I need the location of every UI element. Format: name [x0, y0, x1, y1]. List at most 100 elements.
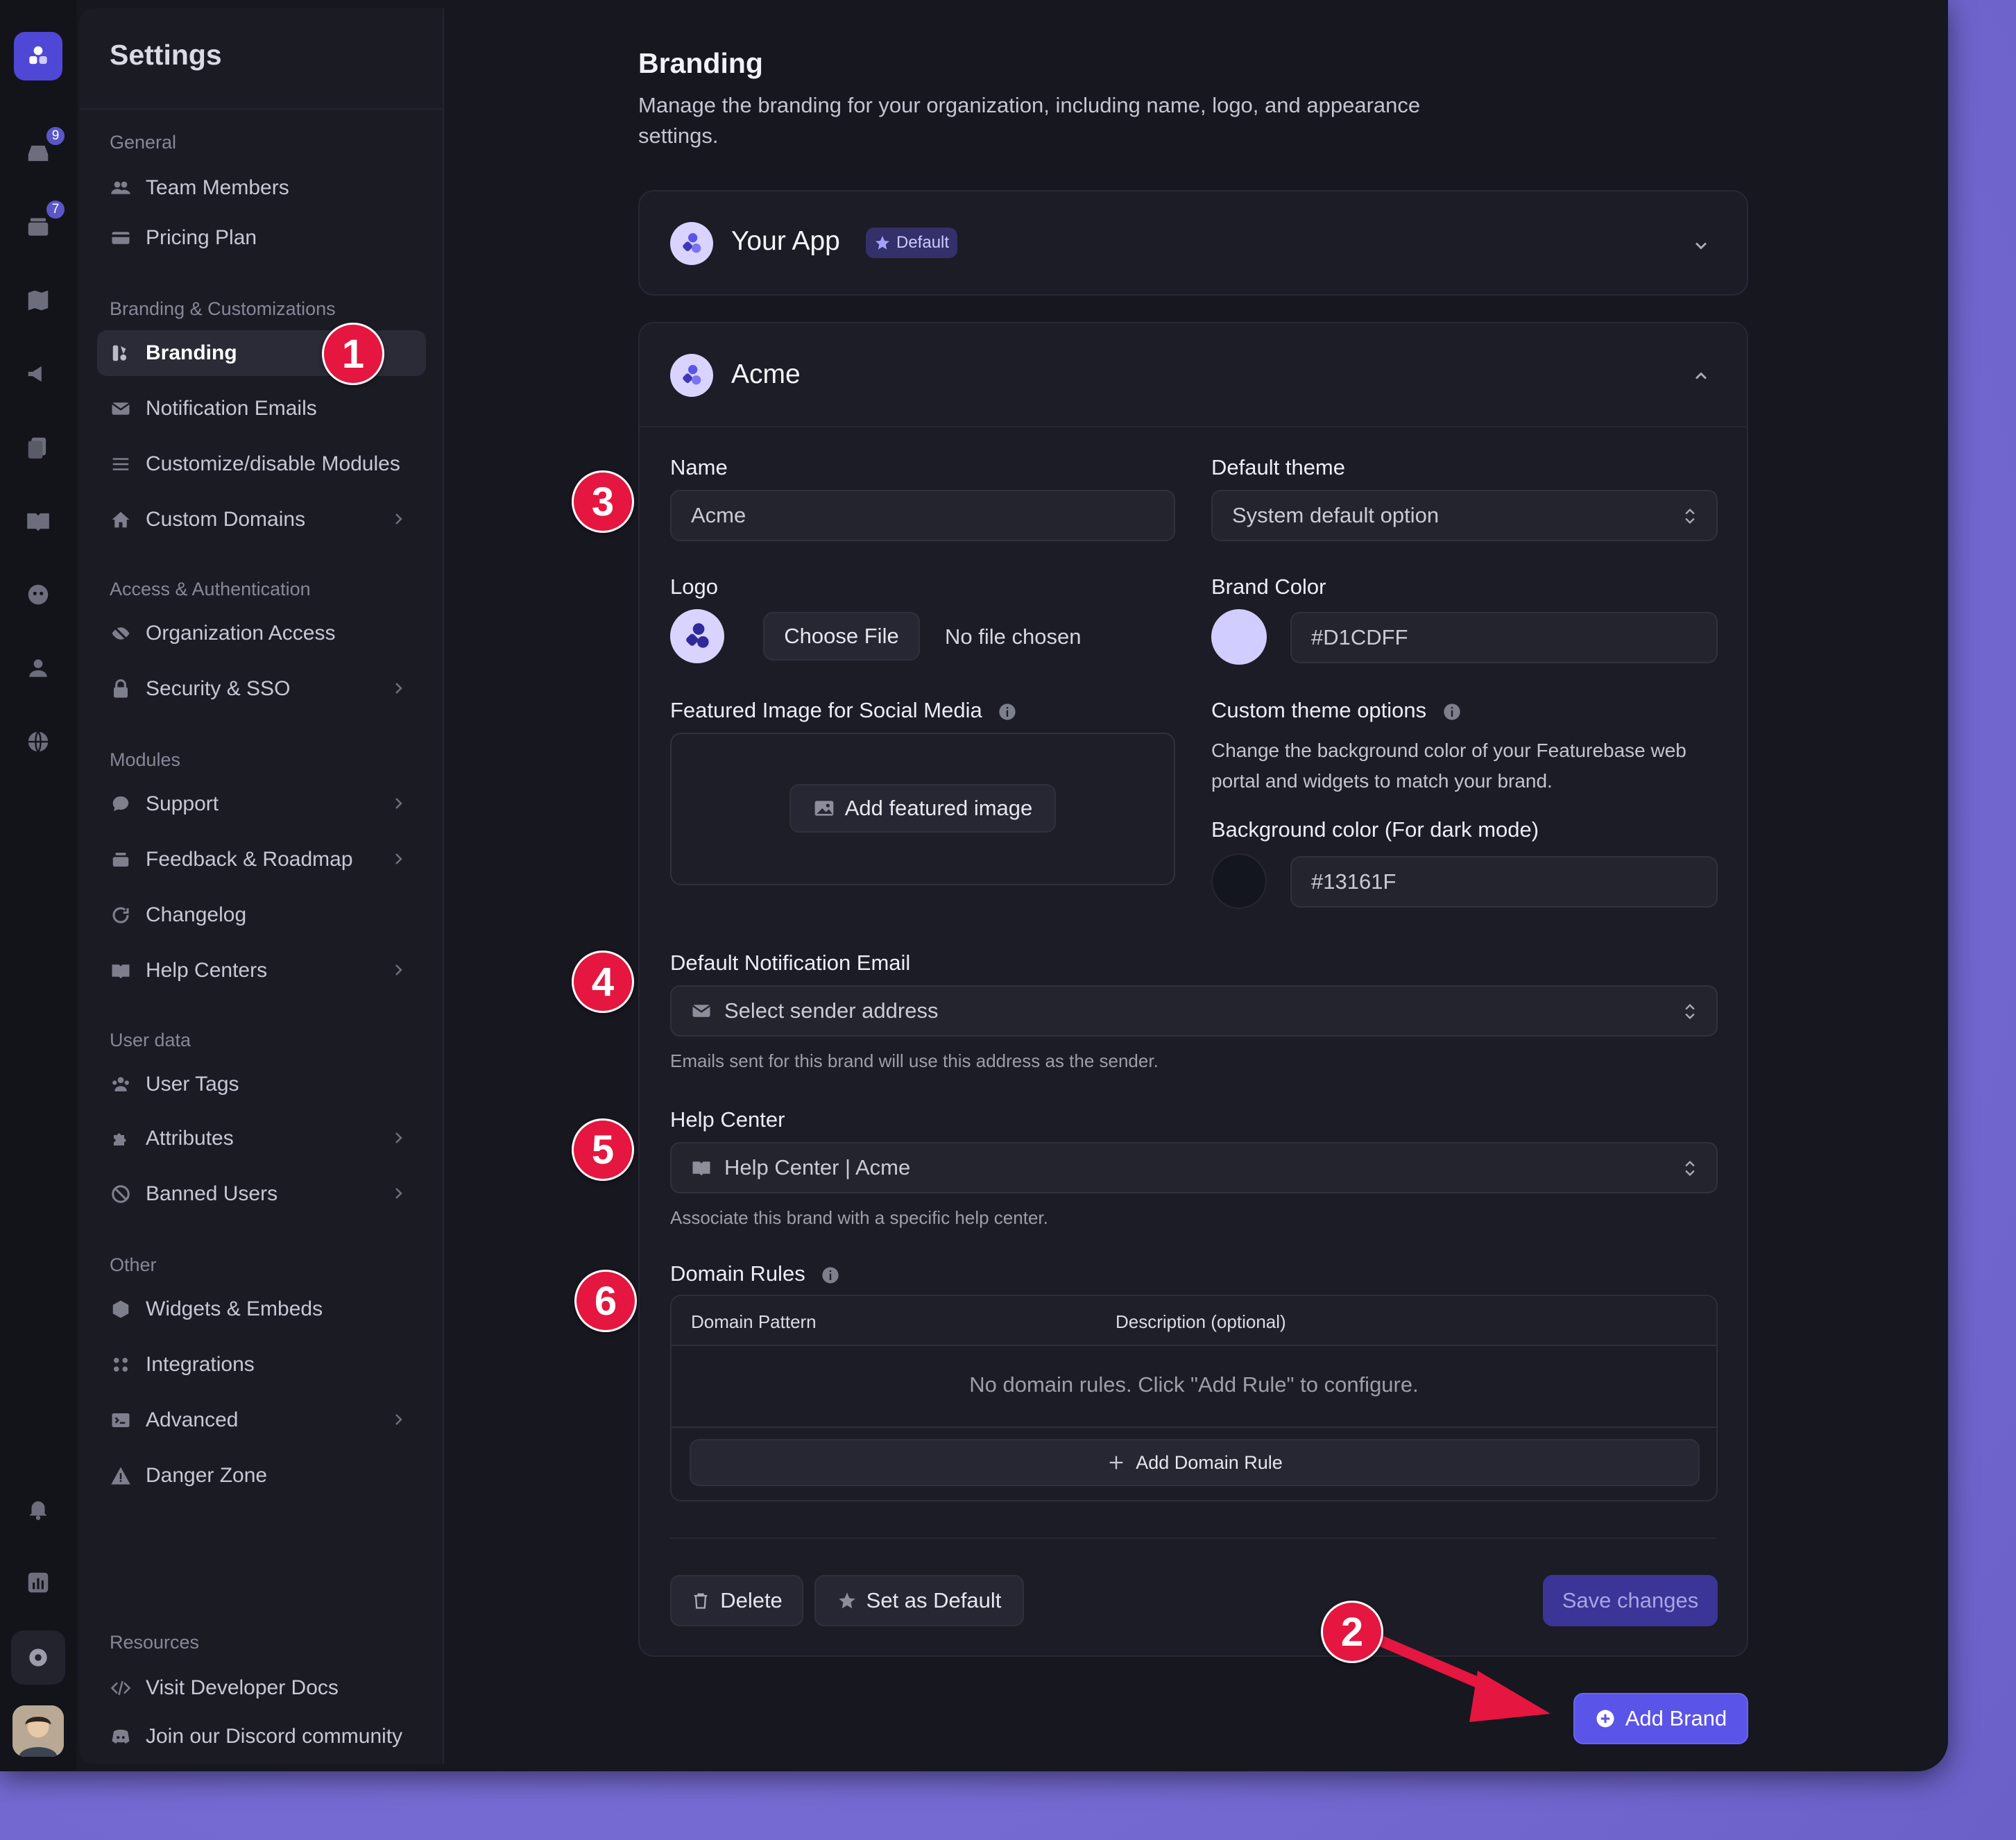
- sidebar-title: Settings: [110, 39, 222, 71]
- chevron-right-icon: [395, 683, 402, 694]
- page-title: Branding: [638, 47, 763, 79]
- inbox-stack-icon: [110, 849, 132, 871]
- section-general: General: [110, 132, 177, 153]
- default-theme-select[interactable]: System default option: [1211, 490, 1718, 541]
- users-icon[interactable]: [22, 652, 54, 684]
- sidebar-item-advanced[interactable]: Advanced: [97, 1397, 426, 1443]
- sidebar-item-integrations[interactable]: Integrations: [97, 1342, 426, 1388]
- chevron-down-icon[interactable]: [1691, 236, 1711, 255]
- info-icon[interactable]: [821, 1266, 840, 1285]
- add-brand-button[interactable]: Add Brand: [1573, 1693, 1748, 1744]
- add-domain-rule-label: Add Domain Rule: [1136, 1451, 1283, 1473]
- sidebar-item-discord[interactable]: Join our Discord community: [97, 1714, 426, 1760]
- add-brand-label: Add Brand: [1625, 1706, 1727, 1730]
- domain-rules-divider: [672, 1426, 1716, 1428]
- book-icon[interactable]: [22, 505, 54, 537]
- sidebar-item-label: Security & SSO: [146, 677, 291, 700]
- sidebar-item-widgets-embeds[interactable]: Widgets & Embeds: [97, 1286, 426, 1332]
- megaphone-icon[interactable]: [22, 358, 54, 390]
- sidebar-item-label: Customize/disable Modules: [146, 452, 400, 475]
- globe-icon[interactable]: [22, 726, 54, 758]
- chat-bubble-icon: [110, 793, 132, 815]
- sidebar-item-label: Pricing Plan: [146, 226, 257, 249]
- sidebar-item-changelog[interactable]: Changelog: [97, 892, 426, 938]
- app-logo-icon[interactable]: [14, 32, 62, 80]
- bg-color-input[interactable]: #13161F: [1290, 856, 1718, 908]
- sidebar-item-organization-access[interactable]: Organization Access: [97, 611, 426, 656]
- inbox-badge: 9: [44, 125, 67, 147]
- sidebar-item-label: Branding: [146, 341, 237, 364]
- cube-icon: [110, 1298, 132, 1320]
- domain-rules-empty: No domain rules. Click "Add Rule" to con…: [969, 1372, 1419, 1397]
- sidebar-item-customize-modules[interactable]: Customize/disable Modules: [97, 441, 426, 487]
- info-icon[interactable]: [1442, 702, 1462, 722]
- sidebar-item-banned-users[interactable]: Banned Users: [97, 1171, 426, 1217]
- chevron-up-icon[interactable]: [1691, 366, 1711, 386]
- set-default-button[interactable]: Set as Default: [814, 1575, 1024, 1626]
- featured-image-label-text: Featured Image for Social Media: [670, 698, 982, 722]
- sender-address-select[interactable]: Select sender address: [670, 985, 1718, 1037]
- help-center-select[interactable]: Help Center | Acme: [670, 1142, 1718, 1193]
- section-resources: Resources: [110, 1632, 200, 1653]
- sidebar-item-user-tags[interactable]: User Tags: [97, 1062, 426, 1107]
- sidebar-item-support[interactable]: Support: [97, 781, 426, 827]
- default-badge-label: Default: [896, 233, 950, 252]
- sidebar-item-label: Banned Users: [146, 1182, 278, 1205]
- sidebar-item-attributes[interactable]: Attributes: [97, 1116, 426, 1161]
- refresh-icon: [110, 904, 132, 926]
- sidebar-item-feedback-roadmap[interactable]: Feedback & Roadmap: [97, 837, 426, 883]
- delete-button[interactable]: Delete: [670, 1575, 803, 1626]
- sidebar-item-label: Integrations: [146, 1353, 255, 1376]
- info-icon[interactable]: [998, 702, 1017, 722]
- brand-color-input[interactable]: #D1CDFF: [1290, 612, 1718, 663]
- sidebar-divider: [79, 108, 443, 110]
- bg-color-swatch[interactable]: [1211, 853, 1267, 909]
- choose-file-button[interactable]: Choose File: [763, 612, 920, 661]
- sidebar-item-pricing-plan[interactable]: Pricing Plan: [97, 215, 426, 261]
- team-icon: [110, 177, 132, 199]
- sidebar-item-custom-domains[interactable]: Custom Domains: [97, 497, 426, 543]
- sidebar-item-help-centers[interactable]: Help Centers: [97, 948, 426, 994]
- sidebar-item-label: Custom Domains: [146, 508, 306, 531]
- chevron-right-icon: [395, 513, 402, 525]
- no-file-text: No file chosen: [945, 624, 1082, 649]
- section-other: Other: [110, 1254, 157, 1275]
- puzzle-icon: [110, 1127, 132, 1150]
- discord-icon: [110, 1726, 132, 1748]
- menu-lines-icon: [110, 453, 132, 475]
- documents-icon[interactable]: [22, 432, 54, 463]
- default-badge: Default: [866, 228, 958, 258]
- notif-email-label: Default Notification Email: [670, 951, 911, 975]
- custom-theme-label-text: Custom theme options: [1211, 698, 1427, 722]
- section-branding: Branding & Customizations: [110, 298, 336, 319]
- brand-color-swatch[interactable]: [1211, 609, 1267, 665]
- roadmap-icon[interactable]: [22, 284, 54, 316]
- annotation-marker-5: 5: [572, 1118, 634, 1181]
- user-avatar[interactable]: [12, 1705, 64, 1757]
- sidebar-item-notification-emails[interactable]: Notification Emails: [97, 386, 426, 432]
- help-center-value: Help Center | Acme: [724, 1155, 911, 1179]
- brand-card-acme: Acme Name Acme Default theme System defa…: [638, 322, 1748, 1657]
- sidebar-item-developer-docs[interactable]: Visit Developer Docs: [97, 1665, 426, 1711]
- sidebar-item-label: Visit Developer Docs: [146, 1676, 339, 1699]
- settings-gear-icon[interactable]: [11, 1630, 65, 1685]
- sidebar-item-team-members[interactable]: Team Members: [97, 165, 426, 211]
- featured-image-label: Featured Image for Social Media: [670, 698, 1017, 723]
- sidebar-item-label: Help Centers: [146, 959, 268, 982]
- add-featured-image-label: Add featured image: [844, 796, 1033, 820]
- acme-card-header[interactable]: [640, 323, 1747, 427]
- chat-bot-icon[interactable]: [22, 579, 54, 611]
- select-arrows-icon: [1685, 509, 1695, 524]
- add-domain-rule-button[interactable]: Add Domain Rule: [690, 1439, 1700, 1486]
- brand-card-default[interactable]: Your App Default: [638, 190, 1748, 296]
- annotation-arrow: [1374, 1635, 1551, 1722]
- logo-preview: [670, 609, 724, 663]
- bell-icon[interactable]: [22, 1493, 54, 1525]
- domain-rules-table: Domain Pattern Description (optional) No…: [670, 1295, 1718, 1501]
- analytics-icon[interactable]: [22, 1567, 54, 1599]
- sidebar-item-security-sso[interactable]: Security & SSO: [97, 666, 426, 712]
- brand-name-input[interactable]: Acme: [670, 490, 1175, 541]
- sidebar-item-danger-zone[interactable]: Danger Zone: [97, 1453, 426, 1499]
- plus-icon: [1109, 1456, 1123, 1470]
- add-featured-image-button[interactable]: Add featured image: [789, 784, 1056, 833]
